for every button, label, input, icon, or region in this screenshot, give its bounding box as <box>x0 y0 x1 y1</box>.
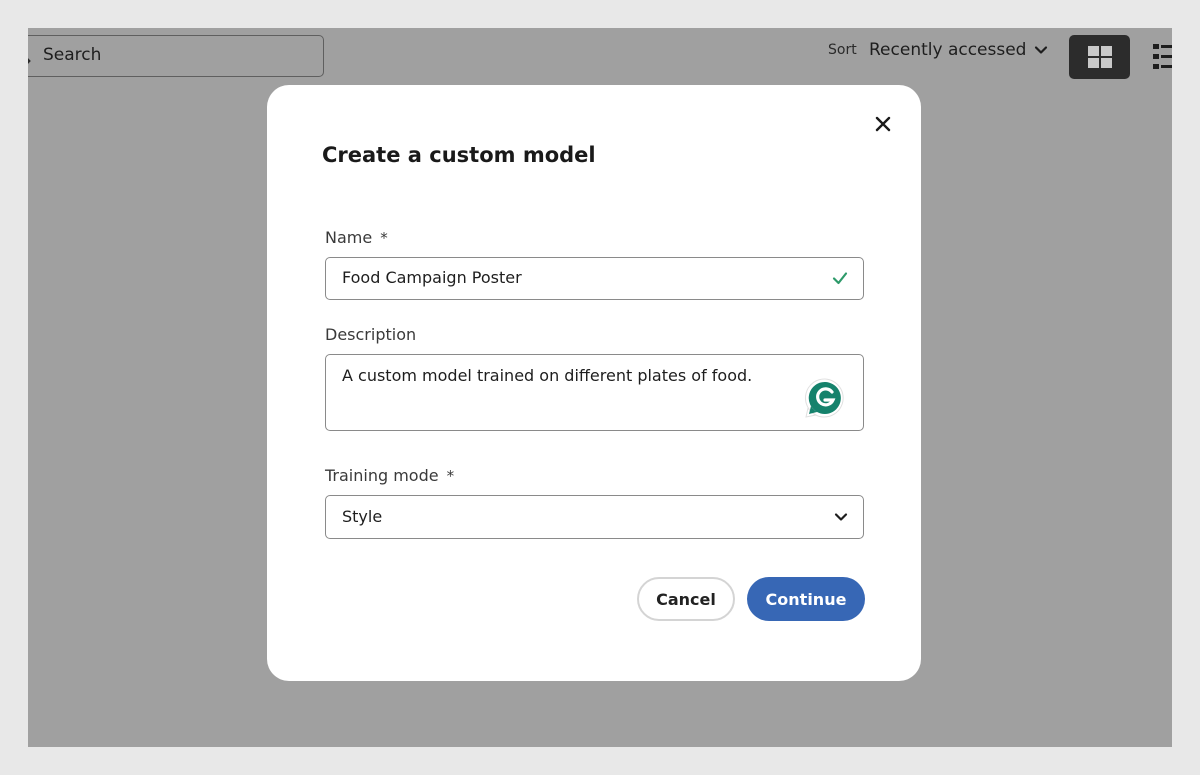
name-label: Name * <box>325 228 388 247</box>
description-field[interactable]: A custom model trained on different plat… <box>325 354 864 431</box>
training-mode-label-text: Training mode <box>325 466 439 485</box>
dialog-title: Create a custom model <box>322 143 596 167</box>
name-field[interactable]: Food Campaign Poster <box>325 257 864 300</box>
training-mode-label: Training mode * <box>325 466 454 485</box>
list-icon <box>1153 44 1172 69</box>
description-value: A custom model trained on different plat… <box>342 366 753 385</box>
search-placeholder: Search <box>43 45 102 65</box>
list-view-button[interactable] <box>1152 42 1172 72</box>
chevron-down-icon <box>1035 46 1048 54</box>
create-custom-model-dialog: Create a custom model Name * Food Campaig… <box>267 85 921 681</box>
cancel-button[interactable]: Cancel <box>637 577 735 621</box>
description-label: Description <box>325 325 417 344</box>
search-input[interactable]: Search <box>28 35 324 77</box>
grid-icon <box>1087 46 1112 68</box>
grammarly-icon[interactable] <box>804 377 846 419</box>
training-mode-value: Style <box>342 507 383 526</box>
sort-value: Recently accessed <box>869 40 1027 60</box>
training-mode-select[interactable]: Style <box>325 495 864 539</box>
grid-view-button[interactable] <box>1069 35 1130 79</box>
checkmark-icon <box>832 272 848 285</box>
continue-button[interactable]: Continue <box>747 577 865 621</box>
app-background-overlay: Search Sort Recently accessed Create a c… <box>28 28 1172 747</box>
name-label-text: Name <box>325 228 373 247</box>
sort-dropdown[interactable]: Recently accessed <box>869 40 1048 60</box>
required-marker: * <box>446 467 455 485</box>
close-icon[interactable] <box>872 113 894 135</box>
required-marker: * <box>380 229 388 247</box>
sort-label: Sort <box>828 42 857 58</box>
chevron-down-icon <box>834 513 848 521</box>
name-value: Food Campaign Poster <box>342 268 522 287</box>
search-icon <box>28 58 31 64</box>
